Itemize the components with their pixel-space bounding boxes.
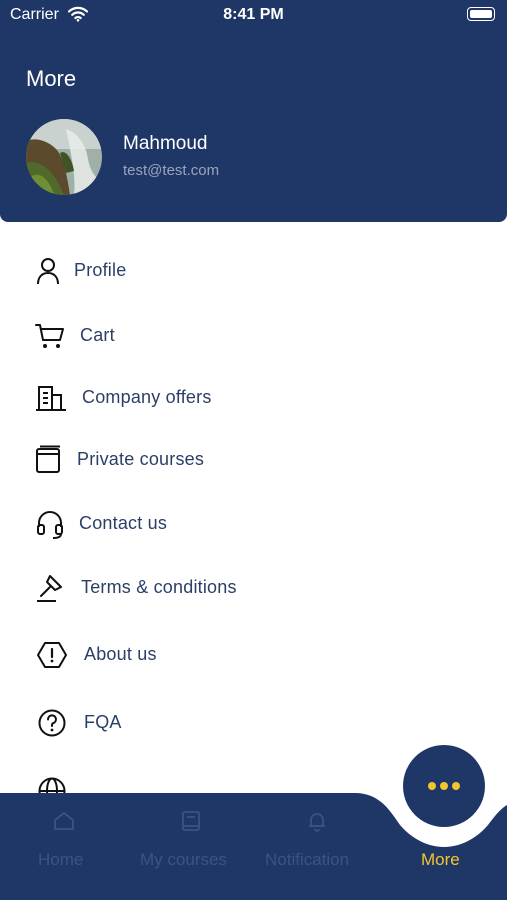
more-menu-list: Profile Cart Company offers Private cour… (0, 222, 507, 793)
tab-label: My courses (140, 850, 227, 869)
menu-item-label: About us (84, 644, 157, 664)
menu-item-label: Contact us (79, 513, 168, 533)
more-dot-icon (452, 782, 460, 790)
avatar-landscape-image (26, 119, 102, 195)
menu-item-private-courses[interactable]: Private courses (0, 435, 507, 485)
status-bar: Carrier 8:41 PM (0, 0, 507, 32)
user-email: test@test.com (123, 162, 220, 179)
clock: 8:41 PM (223, 6, 284, 23)
battery-icon (467, 7, 495, 21)
menu-item-label: Terms & conditions (81, 577, 237, 597)
menu-item-label: Company offers (82, 387, 212, 407)
menu-item-profile[interactable]: Profile (0, 246, 507, 296)
avatar[interactable] (26, 119, 102, 195)
globe-icon (38, 777, 66, 793)
menu-item-label: Profile (74, 260, 127, 280)
headset-icon (37, 511, 63, 539)
home-icon (54, 812, 74, 830)
menu-item-fqa[interactable]: FQA (0, 698, 507, 748)
menu-item-label: FQA (84, 712, 122, 732)
tab-label: Notification (265, 850, 350, 869)
building-icon (36, 386, 66, 411)
gavel-icon (37, 575, 62, 602)
menu-item-label: Cart (80, 325, 115, 345)
cart-icon (35, 324, 64, 348)
menu-item-contact-us[interactable]: Contact us (0, 499, 507, 549)
more-fab-button[interactable] (403, 745, 485, 827)
user-name: Mahmoud (123, 133, 208, 154)
bell-icon (309, 813, 325, 832)
menu-item-terms[interactable]: Terms & conditions (0, 563, 507, 613)
alert-hexagon-icon (37, 642, 67, 668)
menu-item-cart[interactable]: Cart (0, 311, 507, 361)
page-title: More (26, 66, 77, 91)
tab-label: More (421, 850, 460, 869)
tab-notification[interactable]: Notification (254, 793, 381, 900)
tab-home[interactable]: Home (0, 793, 127, 900)
menu-item-label: Private courses (77, 449, 205, 469)
book-icon (182, 811, 200, 831)
more-dot-icon (440, 782, 448, 790)
more-dot-icon (428, 782, 436, 790)
person-icon (37, 258, 59, 285)
menu-item-about-us[interactable]: About us (0, 630, 507, 680)
profile-header: Carrier 8:41 PM More Mahmoud test@test.c… (0, 0, 507, 222)
book-icon (36, 445, 60, 473)
question-circle-icon (38, 709, 66, 737)
tab-label: Home (38, 850, 84, 869)
menu-item-company-offers[interactable]: Company offers (0, 373, 507, 423)
tab-my-courses[interactable]: My courses (127, 793, 254, 900)
